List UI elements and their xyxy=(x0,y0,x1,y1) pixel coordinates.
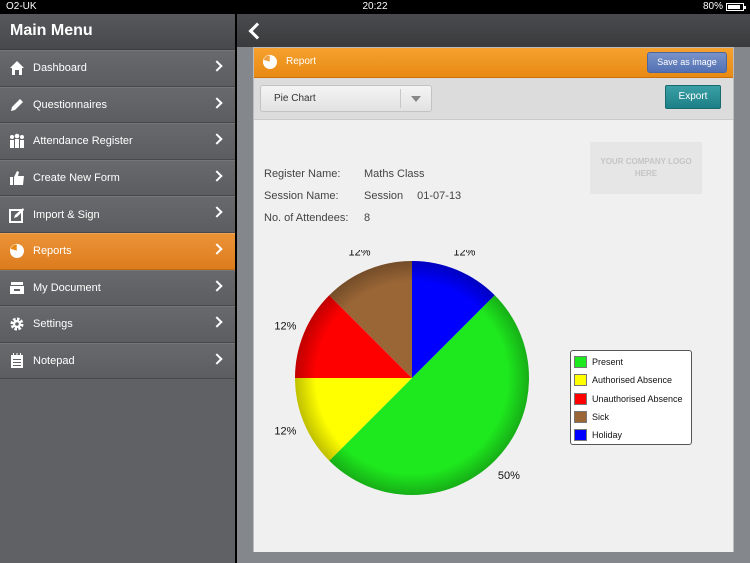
sidebar-item-settings[interactable]: Settings xyxy=(0,306,235,343)
notepad-icon xyxy=(8,352,26,370)
legend-item-authorised-absence: Authorised Absence xyxy=(574,371,691,389)
session-name-row: Session Name: Session 01-07-13 xyxy=(264,190,461,202)
legend-swatch xyxy=(574,392,587,405)
sidebar-item-my-document[interactable]: My Document xyxy=(0,269,235,307)
sidebar-item-dashboard[interactable]: Dashboard xyxy=(0,50,235,87)
clock: 20:22 xyxy=(362,1,388,12)
gear-icon xyxy=(8,315,26,333)
pie-label-authorised-absence: 12% xyxy=(274,425,296,437)
home-icon xyxy=(8,59,26,77)
sidebar-item-attendance-register[interactable]: Attendance Register xyxy=(0,123,235,160)
register-name-value: Maths Class xyxy=(364,168,425,180)
legend-label: Sick xyxy=(592,412,610,423)
sidebar-item-notepad[interactable]: Notepad xyxy=(0,342,235,380)
sidebar-item-label: My Document xyxy=(33,281,101,294)
attendance-pie-chart: 12% 50% 12% 12% 12% xyxy=(274,250,529,495)
battery-percent: 80% xyxy=(702,1,723,12)
top-bar xyxy=(237,14,750,47)
chart-type-value: Pie Chart xyxy=(274,93,316,104)
legend-item-unauthorised-absence: Unauthorised Absence xyxy=(574,390,691,408)
sidebar-title: Main Menu xyxy=(0,14,235,50)
battery-icon xyxy=(726,2,746,11)
sidebar-item-label: Reports xyxy=(33,245,72,258)
pie-label-unauthorised-absence: 12% xyxy=(274,321,296,333)
report-toolbar: Pie Chart Export xyxy=(254,78,733,120)
sidebar-item-questionnaires[interactable]: Questionnaires xyxy=(0,86,235,124)
legend-item-holiday: Holiday xyxy=(574,426,691,444)
pie-icon xyxy=(8,242,26,260)
export-button[interactable]: Export xyxy=(665,85,721,109)
sidebar-item-label: Import & Sign xyxy=(33,208,100,221)
session-name-value: Session xyxy=(364,190,404,202)
document-tray-icon xyxy=(8,279,26,297)
chevron-right-icon xyxy=(211,60,223,72)
sidebar-item-label: Settings xyxy=(33,318,73,331)
main-area: Report Save as image Pie Chart Export YO… xyxy=(237,14,750,563)
save-as-image-button[interactable]: Save as image xyxy=(647,52,727,73)
pencil-icon xyxy=(8,96,26,114)
status-bar: O2-UK 20:22 80% xyxy=(0,0,750,14)
sign-icon xyxy=(8,206,26,224)
report-header: Report Save as image xyxy=(254,48,733,78)
sidebar-item-reports[interactable]: Reports xyxy=(0,232,235,270)
attendees-label: No. of Attendees: xyxy=(264,212,349,224)
chevron-right-icon xyxy=(211,279,223,292)
company-logo-placeholder: YOUR COMPANY LOGO HERE xyxy=(590,142,702,194)
chart-legend: Present Authorised Absence Unauthorised Ab… xyxy=(570,350,692,445)
attendees-value: 8 xyxy=(364,212,371,224)
back-chevron-icon[interactable] xyxy=(245,21,265,41)
sidebar-item-label: Notepad xyxy=(33,355,75,368)
pie-label-present: 50% xyxy=(498,470,520,482)
legend-swatch xyxy=(574,374,587,387)
chevron-right-icon xyxy=(211,316,223,328)
legend-item-present: Present xyxy=(574,353,691,371)
legend-label: Holiday xyxy=(592,430,623,441)
sidebar-item-label: Attendance Register xyxy=(33,135,133,148)
pie-shading xyxy=(295,261,529,495)
register-name-row: Register Name: Maths Class xyxy=(264,168,425,180)
legend-swatch xyxy=(574,411,587,424)
sidebar: Main Menu Dashboard Questionnaires Atten… xyxy=(0,14,235,563)
chevron-right-icon xyxy=(211,96,223,109)
chevron-right-icon xyxy=(211,206,223,219)
people-icon xyxy=(8,132,26,150)
legend-label: Unauthorised Absence xyxy=(592,393,683,404)
pie-label-holiday: 12% xyxy=(453,250,475,258)
legend-swatch xyxy=(574,356,587,369)
sidebar-item-label: Create New Form xyxy=(33,172,120,185)
chevron-right-icon xyxy=(211,353,223,365)
sidebar-item-create-new-form[interactable]: Create New Form xyxy=(0,159,235,197)
chart-type-select[interactable]: Pie Chart xyxy=(260,85,432,112)
sidebar-item-import-sign[interactable]: Import & Sign xyxy=(0,196,235,233)
chevron-right-icon xyxy=(211,243,223,255)
thumbs-up-icon xyxy=(8,169,26,187)
pie-icon xyxy=(262,54,278,75)
legend-item-sick: Sick xyxy=(574,408,691,426)
battery-indicator: 80% xyxy=(702,1,746,12)
legend-label: Present xyxy=(592,357,624,368)
session-name-label: Session Name: xyxy=(264,190,339,202)
dropdown-arrow-icon xyxy=(411,96,421,102)
sidebar-item-label: Questionnaires xyxy=(33,98,107,111)
chevron-right-icon xyxy=(211,133,223,145)
chevron-right-icon xyxy=(211,170,223,182)
register-name-label: Register Name: xyxy=(264,168,341,180)
report-content: YOUR COMPANY LOGO HERE Register Name: Mat… xyxy=(254,120,733,552)
attendees-row: No. of Attendees: 8 xyxy=(264,212,370,224)
report-panel: Report Save as image Pie Chart Export YO… xyxy=(253,47,734,552)
report-title: Report xyxy=(286,56,317,67)
legend-label: Authorised Absence xyxy=(592,375,673,386)
sidebar-item-label: Dashboard xyxy=(33,62,87,75)
session-date: 01-07-13 xyxy=(417,190,462,202)
legend-swatch xyxy=(574,429,587,442)
pie-label-sick: 12% xyxy=(349,250,371,258)
